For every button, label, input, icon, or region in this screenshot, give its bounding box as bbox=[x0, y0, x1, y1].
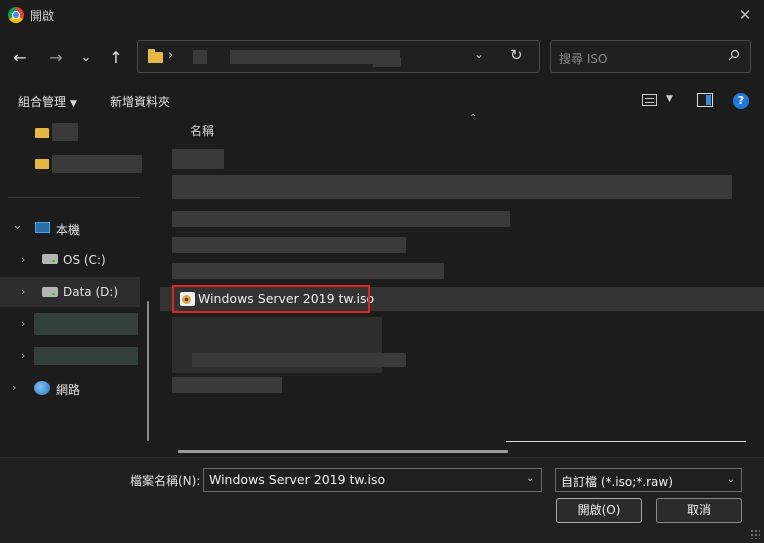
list-item[interactable] bbox=[172, 317, 762, 373]
file-type-select[interactable]: 自訂檔 (*.iso;*.raw) ⌄ bbox=[555, 468, 742, 492]
redacted-file-name bbox=[172, 263, 444, 279]
folder-icon bbox=[148, 49, 163, 63]
search-box[interactable]: 搜尋 ISO bbox=[550, 40, 751, 73]
navigation-pane: ⌄ 本機 › OS (C:) › Data (D:) › › › 網路 bbox=[0, 115, 158, 455]
drive-d-label: Data (D:) bbox=[63, 285, 119, 299]
open-button[interactable]: 開啟(O) bbox=[556, 498, 642, 523]
command-toolbar: 組合管理 ▼ 新增資料夾 ▼ ? bbox=[0, 85, 764, 115]
list-item[interactable] bbox=[172, 351, 762, 375]
expand-chevron-icon[interactable]: › bbox=[21, 317, 25, 330]
collapse-chevron-icon[interactable]: ⌄ bbox=[12, 218, 23, 233]
this-pc-label: 本機 bbox=[56, 223, 81, 237]
refresh-icon[interactable]: ↻ bbox=[510, 46, 523, 64]
redacted-folder-name bbox=[52, 123, 78, 141]
sidebar-divider bbox=[8, 197, 140, 198]
sidebar-scrollbar[interactable] bbox=[147, 301, 149, 441]
folder-icon bbox=[35, 159, 49, 169]
folder-icon bbox=[35, 128, 49, 138]
up-arrow-icon[interactable]: ↑ bbox=[104, 46, 128, 70]
sidebar-item-drive[interactable]: › bbox=[0, 341, 140, 371]
address-dropdown-icon[interactable]: ⌄ bbox=[474, 47, 484, 61]
expand-chevron-icon[interactable]: › bbox=[21, 285, 25, 298]
list-item[interactable] bbox=[172, 209, 762, 233]
network-icon bbox=[34, 381, 50, 395]
organize-caret-icon: ▼ bbox=[70, 99, 77, 109]
redacted-file-name bbox=[172, 149, 224, 169]
redacted-file-name bbox=[172, 175, 732, 199]
redacted-file-name bbox=[192, 353, 406, 367]
close-icon[interactable]: ✕ bbox=[734, 4, 756, 26]
horizontal-scrollbar[interactable] bbox=[178, 450, 508, 453]
sidebar-item-drive-d[interactable]: › Data (D:) bbox=[0, 277, 140, 307]
help-icon[interactable]: ? bbox=[733, 93, 749, 109]
expand-chevron-icon[interactable]: › bbox=[21, 253, 25, 266]
new-folder-button[interactable]: 新增資料夾 bbox=[110, 93, 170, 110]
cancel-button[interactable]: 取消 bbox=[656, 498, 742, 523]
redacted-file-name bbox=[172, 377, 282, 393]
divider-line bbox=[506, 441, 746, 442]
search-icon[interactable] bbox=[728, 49, 740, 61]
title-bar: 開啟 ✕ bbox=[0, 0, 764, 30]
resize-grip-icon[interactable] bbox=[750, 529, 760, 539]
organize-menu[interactable]: 組合管理 ▼ bbox=[18, 93, 77, 110]
computer-icon bbox=[35, 222, 50, 233]
sort-ascending-icon: ⌃ bbox=[469, 113, 478, 124]
redacted-folder-name bbox=[52, 155, 142, 173]
network-label: 網路 bbox=[56, 383, 81, 397]
sidebar-item-drive-c[interactable]: › OS (C:) bbox=[0, 245, 140, 275]
breadcrumb-chevron-icon[interactable]: › bbox=[168, 48, 173, 63]
preview-pane-icon[interactable] bbox=[697, 93, 713, 107]
filename-input[interactable]: Windows Server 2019 tw.iso bbox=[203, 468, 542, 492]
recent-locations-chevron-icon[interactable]: ⌄ bbox=[74, 46, 98, 70]
redacted-file-name bbox=[172, 211, 510, 227]
expand-chevron-icon[interactable]: › bbox=[12, 381, 16, 394]
list-item[interactable] bbox=[172, 261, 762, 285]
sidebar-item-folder[interactable] bbox=[0, 117, 140, 147]
list-item[interactable] bbox=[172, 173, 762, 199]
dialog-footer: 檔案名稱(N): Windows Server 2019 tw.iso ⌄ 自訂… bbox=[0, 457, 764, 543]
organize-label: 組合管理 bbox=[18, 95, 67, 109]
expand-chevron-icon[interactable]: › bbox=[21, 349, 25, 362]
sidebar-item-drive[interactable]: › bbox=[0, 309, 140, 339]
navigation-bar: ← → ⌄ ↑ › ⌄ ↻ 搜尋 ISO bbox=[0, 38, 764, 78]
address-bar[interactable]: › ⌄ ↻ bbox=[137, 40, 540, 73]
drive-c-label: OS (C:) bbox=[63, 253, 106, 267]
redacted-breadcrumb bbox=[193, 50, 207, 64]
file-list: ⌃ 名稱 Windows Server 2019 tw.iso bbox=[160, 113, 764, 455]
highlight-annotation bbox=[172, 285, 370, 313]
filename-label: 檔案名稱(N): bbox=[130, 474, 201, 488]
drive-icon bbox=[42, 254, 58, 264]
window-title: 開啟 bbox=[30, 9, 55, 23]
redacted-file-name bbox=[172, 237, 406, 253]
forward-arrow-icon[interactable]: → bbox=[44, 46, 68, 70]
chrome-icon bbox=[8, 7, 24, 23]
search-placeholder: 搜尋 ISO bbox=[559, 52, 608, 66]
back-arrow-icon[interactable]: ← bbox=[8, 46, 32, 70]
filename-dropdown-icon[interactable]: ⌄ bbox=[526, 473, 534, 484]
sidebar-item-folder[interactable] bbox=[0, 149, 142, 179]
view-list-icon[interactable] bbox=[642, 94, 657, 106]
sidebar-item-network[interactable]: › 網路 bbox=[0, 373, 140, 403]
list-item[interactable] bbox=[172, 235, 762, 259]
view-options-caret-icon[interactable]: ▼ bbox=[666, 94, 673, 104]
file-type-value: 自訂檔 (*.iso;*.raw) bbox=[561, 475, 673, 489]
list-item[interactable] bbox=[172, 375, 762, 399]
drive-icon bbox=[42, 287, 58, 297]
column-header-name[interactable]: 名稱 bbox=[190, 122, 214, 139]
redacted-drive-name bbox=[34, 347, 138, 365]
chevron-down-icon: ⌄ bbox=[726, 474, 735, 485]
redacted-breadcrumb bbox=[373, 57, 401, 67]
redacted-drive-name bbox=[34, 313, 138, 335]
list-item[interactable] bbox=[172, 147, 762, 171]
sidebar-item-this-pc[interactable]: ⌄ 本機 bbox=[0, 213, 140, 243]
